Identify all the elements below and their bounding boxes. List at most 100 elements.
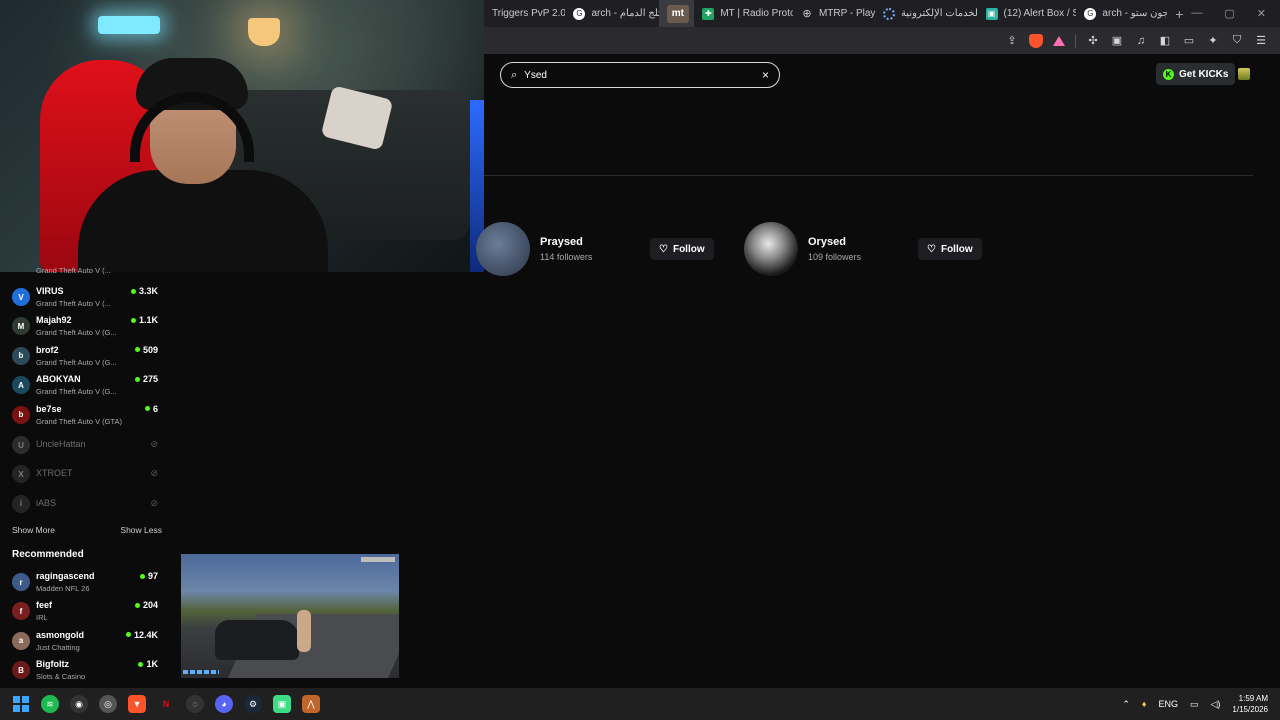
minimize-icon[interactable]: — — [1191, 7, 1202, 20]
clear-search-icon[interactable]: × — [762, 68, 769, 82]
viewer-number: 509 — [142, 344, 158, 355]
results-divider — [484, 175, 1253, 176]
search-icon: ⌕ — [511, 68, 518, 81]
tab-google-2[interactable]: Garch - جون ستو — [1076, 0, 1167, 27]
tab-mt[interactable]: mt — [658, 0, 695, 27]
system-tray: ⌃ ♦ ENG ▭ ◁) 1:59 AM 1/15/2026 — [1122, 693, 1280, 715]
vpn-icon[interactable]: ⛉ — [1230, 34, 1244, 48]
kick-icon[interactable]: ⋀ — [302, 695, 320, 713]
live-dot-icon — [134, 376, 140, 382]
obs-icon[interactable]: ◉ — [70, 695, 88, 713]
tab-triggers[interactable]: Triggers PvP 2.0 — [484, 0, 565, 27]
search-bar[interactable]: ⌕ × — [500, 62, 780, 88]
tab-mtrp[interactable]: ⊕ MTRP - Play — [793, 0, 875, 27]
extensions-icon[interactable]: ✣ — [1086, 34, 1100, 48]
live-dot-icon — [134, 347, 140, 353]
network-icon[interactable]: ▭ — [1190, 699, 1199, 710]
channel-card[interactable]: Orysed 109 followers ♡ Follow — [744, 222, 982, 276]
clock[interactable]: 1:59 AM 1/15/2026 — [1232, 693, 1268, 715]
tab-radio[interactable]: ✚ MT | Radio Proto — [694, 0, 793, 27]
viewer-count: 97 — [139, 571, 158, 581]
sidebar-channel-item[interactable]: V VIRUS Grand Theft Auto V (... 3.3K — [12, 284, 162, 312]
channel-name: brof2 — [36, 344, 59, 355]
follow-button[interactable]: ♡ Follow — [650, 238, 714, 260]
sidebar-channel-item[interactable]: M Majah92 Grand Theft Auto V (G... 1.1K — [12, 313, 162, 341]
channel-name: asmongold — [36, 629, 85, 640]
follow-button[interactable]: ♡ Follow — [918, 238, 982, 260]
channel-avatar[interactable] — [476, 222, 530, 276]
stream-preview[interactable] — [181, 554, 399, 678]
alertbox-icon: ▣ — [985, 7, 998, 20]
channel-game: Grand Theft Auto V (G... — [36, 357, 117, 367]
channel-card[interactable]: Praysed 114 followers ♡ Follow — [476, 222, 714, 276]
brave-rewards-icon[interactable] — [1053, 35, 1065, 46]
channel-name: UncleHattan — [36, 439, 86, 449]
live-dot-icon — [125, 632, 131, 638]
wallet-icon[interactable]: ▭ — [1182, 34, 1196, 48]
sidebar-channel-item[interactable]: f feef IRL 204 — [12, 598, 162, 626]
sidebar-channel-item[interactable]: b brof2 Grand Theft Auto V (G... 509 — [12, 343, 162, 371]
channel-avatar[interactable] — [744, 222, 798, 276]
menu-icon[interactable]: ☰ — [1254, 34, 1268, 48]
leo-ai-icon[interactable]: ✦ — [1206, 34, 1220, 48]
search-input[interactable] — [524, 69, 755, 81]
language-indicator[interactable]: ENG — [1158, 699, 1178, 709]
tab-services[interactable]: الخدمات الإلكترونية — [875, 0, 978, 27]
sidebar-channel-item[interactable]: B Bigfoltz Slots & Casino 1K — [12, 657, 162, 685]
channel-name[interactable]: Praysed — [540, 236, 640, 248]
sidebar-channel-item[interactable]: a asmongold Just Chatting 12.4K — [12, 628, 162, 656]
screenshot-icon[interactable]: ▣ — [1110, 34, 1124, 48]
chrome-icon[interactable]: ◎ — [99, 695, 117, 713]
live-dot-icon — [130, 288, 136, 294]
viewer-number: 275 — [142, 374, 158, 385]
window-controls: — ▢ ✕ — [1191, 7, 1280, 20]
user-avatar[interactable] — [1238, 68, 1250, 80]
share-icon[interactable]: ⇪ — [1005, 34, 1019, 48]
discord-icon[interactable]: ◕ — [215, 695, 233, 713]
chevron-up-icon[interactable]: ⌃ — [1122, 699, 1130, 710]
get-kicks-button[interactable]: K Get KICKs — [1156, 63, 1236, 85]
music-icon[interactable]: ♫ — [1134, 34, 1148, 48]
tab-alertbox[interactable]: ▣ (12) Alert Box / S — [978, 0, 1077, 27]
brave-shields-icon[interactable] — [1029, 33, 1043, 48]
viewer-count: 1K — [138, 659, 158, 669]
show-more-button[interactable]: Show More — [12, 525, 55, 535]
tab-google-1[interactable]: Garch - ثلج الدمام — [565, 0, 659, 27]
webcam-overlay — [0, 0, 484, 272]
sidebar-channel-item[interactable]: A ABOKYAN Grand Theft Auto V (G... 275 — [12, 372, 162, 400]
follow-label: Follow — [940, 243, 973, 255]
viewer-number: 97 — [147, 571, 158, 581]
channel-name: XTROET — [36, 468, 73, 479]
brave-icon[interactable]: ▼ — [128, 695, 146, 713]
sidebar-icon[interactable]: ◧ — [1158, 34, 1172, 48]
maximize-icon[interactable]: ▢ — [1224, 7, 1234, 20]
app-icon[interactable]: ▣ — [273, 695, 291, 713]
steam-icon[interactable]: ⚙ — [244, 695, 262, 713]
sidebar-item-partial[interactable]: Grand Theft Auto V (... — [12, 266, 162, 278]
microphone-icon[interactable]: ♦ — [1142, 699, 1147, 709]
tab-label: MTRP - Play — [818, 8, 875, 19]
viewer-count: 3.3K — [130, 286, 158, 296]
channel-name: ABOKYAN — [36, 374, 81, 385]
tab-label: (12) Alert Box / S — [1003, 8, 1077, 19]
channel-info: Praysed 114 followers — [540, 236, 640, 262]
sidebar-channel-item[interactable]: U UncleHattan ⊘ — [12, 432, 162, 460]
live-dot-icon — [139, 573, 145, 579]
screen: Triggers PvP 2.0 Garch - ثلج الدمام mt ✚… — [0, 0, 1280, 720]
close-icon[interactable]: ✕ — [1257, 7, 1266, 20]
sidebar-channel-item[interactable]: b be7se Grand Theft Auto V (GTA) 6 — [12, 402, 162, 430]
viewer-count: 204 — [134, 600, 158, 610]
channel-name[interactable]: Orysed — [808, 236, 908, 248]
new-tab-button[interactable]: + — [1167, 6, 1191, 22]
spotify-icon[interactable]: ≋ — [41, 695, 59, 713]
sidebar-channel-item[interactable]: i iABS ⊘ — [12, 491, 162, 519]
follow-label: Follow — [672, 243, 705, 255]
show-less-button[interactable]: Show Less — [120, 525, 162, 535]
epic-icon[interactable]: ◌ — [186, 695, 204, 713]
windows-icon[interactable] — [12, 695, 30, 713]
volume-icon[interactable]: ◁) — [1210, 699, 1220, 710]
channel-game: Madden NFL 26 — [36, 584, 90, 593]
netflix-icon[interactable]: N — [157, 695, 175, 713]
sidebar-channel-item[interactable]: X XTROET ⊘ — [12, 461, 162, 489]
sidebar-channel-item[interactable]: r ragingascend Madden NFL 26 97 — [12, 569, 162, 597]
